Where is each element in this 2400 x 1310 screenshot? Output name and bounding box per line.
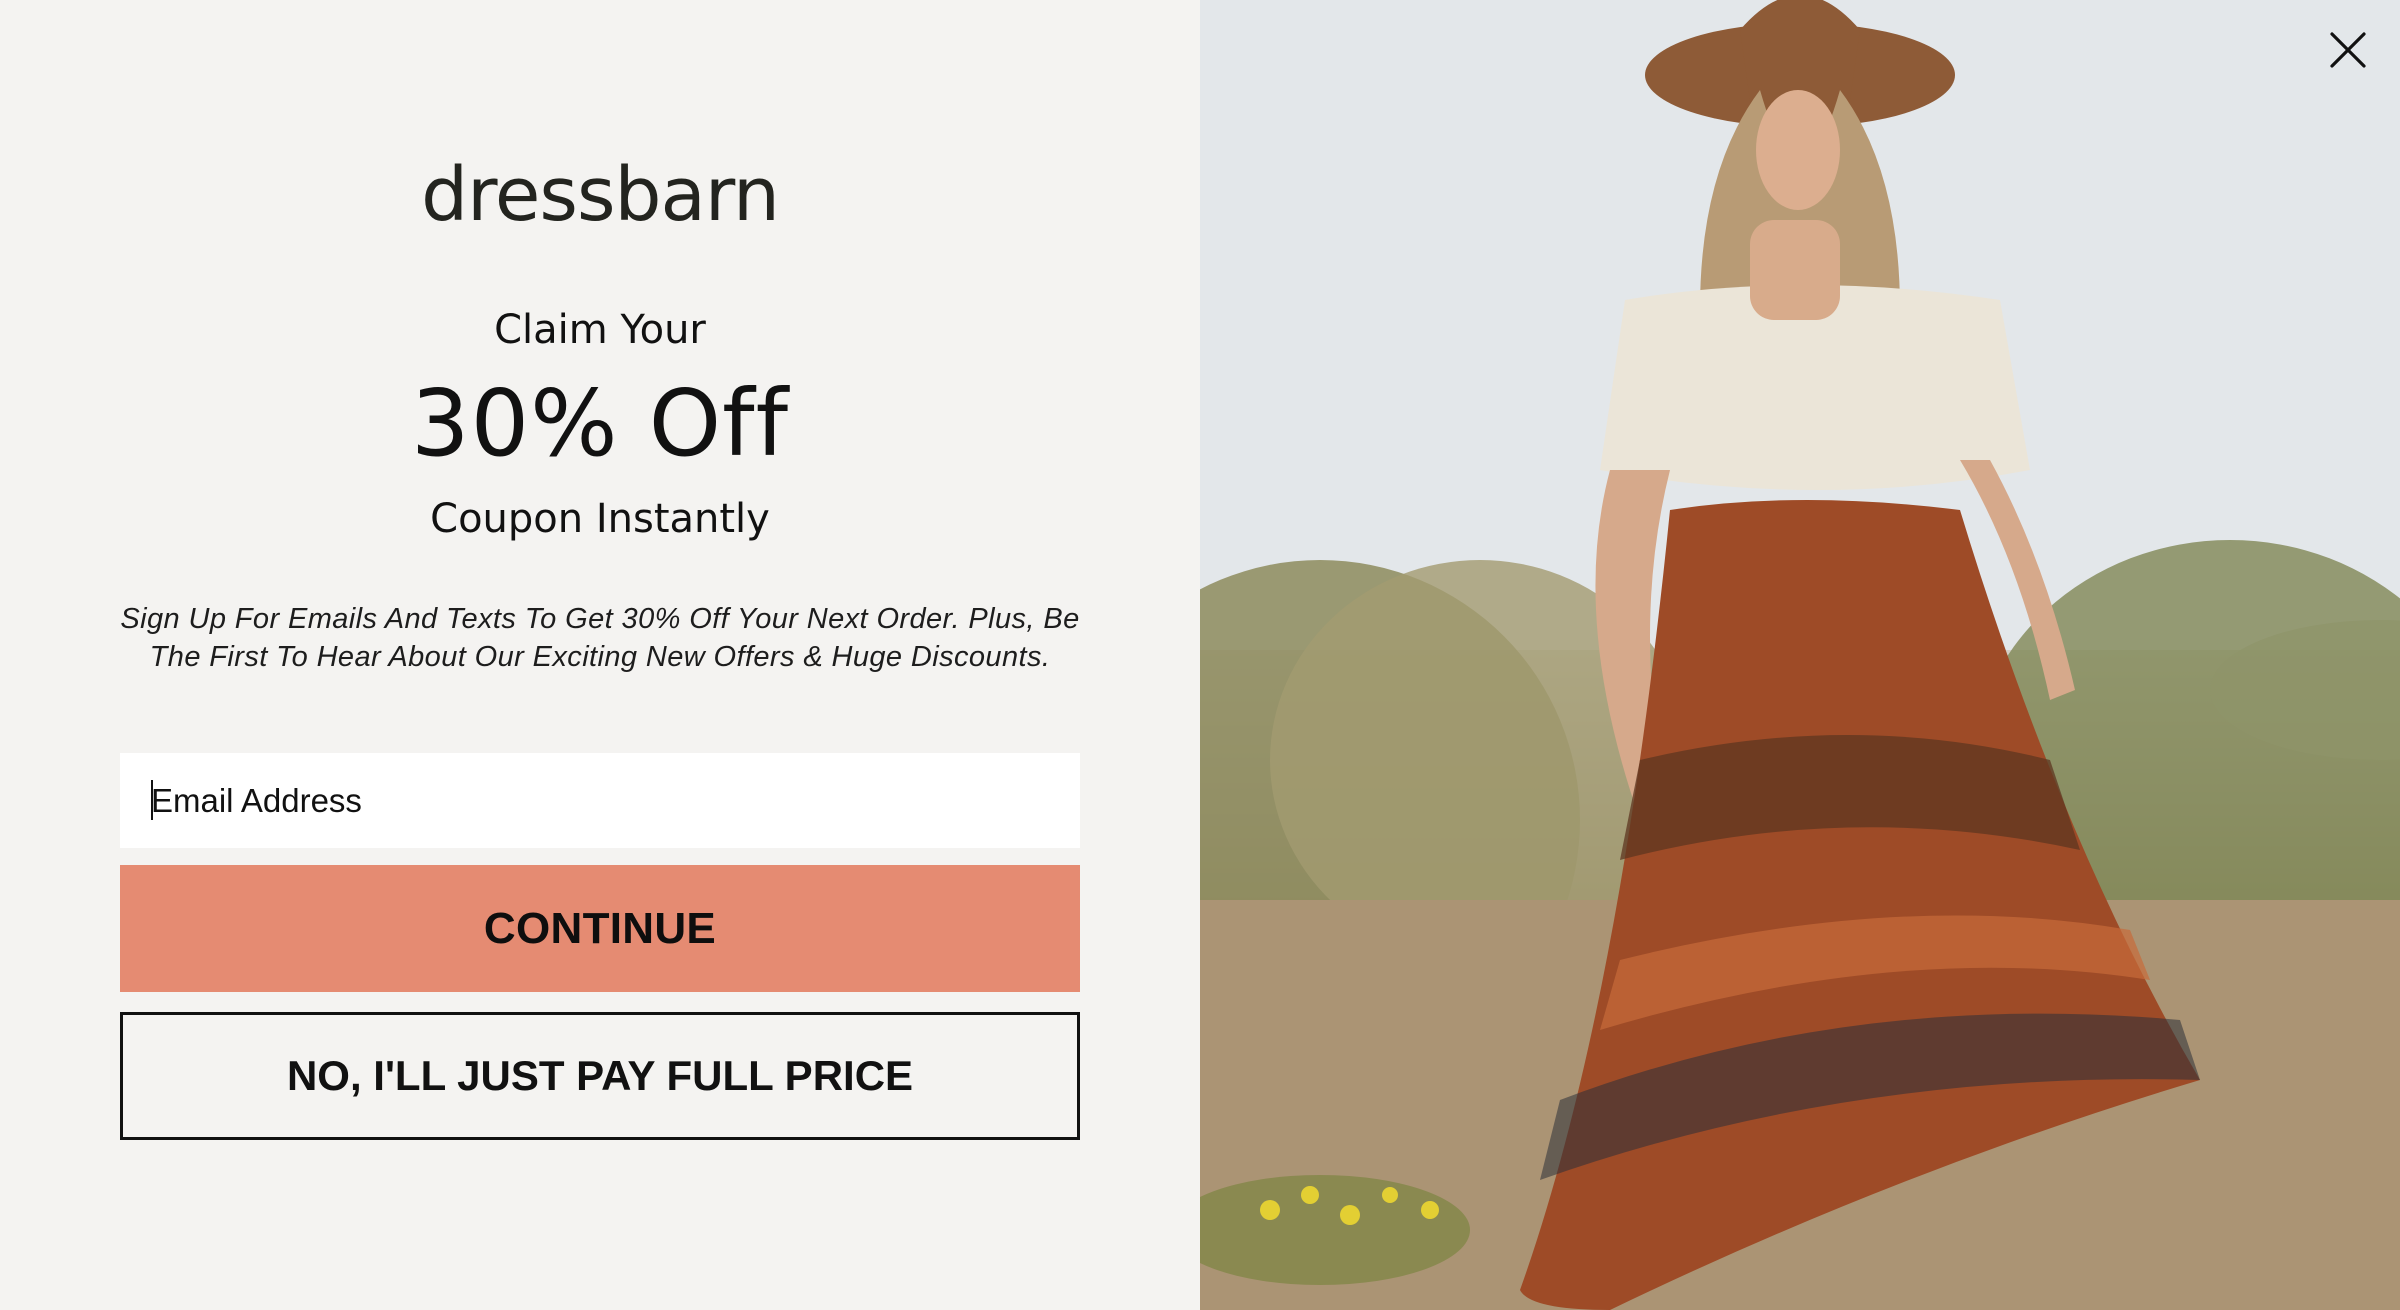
offer-claim-text: Claim Your [494, 307, 706, 353]
signup-panel: dressbarn Claim Your 30% Off Coupon Inst… [0, 0, 1200, 1310]
text-cursor [151, 780, 153, 820]
promo-photo [1200, 0, 2400, 1310]
offer-headline: 30% Off [411, 370, 789, 477]
decline-offer-button[interactable]: NO, I'LL JUST PAY FULL PRICE [120, 1012, 1080, 1140]
model-photo-illustration [1200, 0, 2400, 1310]
email-field[interactable] [120, 753, 1080, 848]
continue-button[interactable]: CONTINUE [120, 865, 1080, 992]
close-button[interactable] [2318, 20, 2378, 80]
signup-modal: dressbarn Claim Your 30% Off Coupon Inst… [0, 0, 2400, 1310]
signup-description: Sign Up For Emails And Texts To Get 30% … [120, 603, 1080, 673]
brand-logo: dressbarn [421, 152, 780, 238]
offer-coupon-text: Coupon Instantly [430, 496, 770, 542]
close-icon [2330, 32, 2366, 68]
